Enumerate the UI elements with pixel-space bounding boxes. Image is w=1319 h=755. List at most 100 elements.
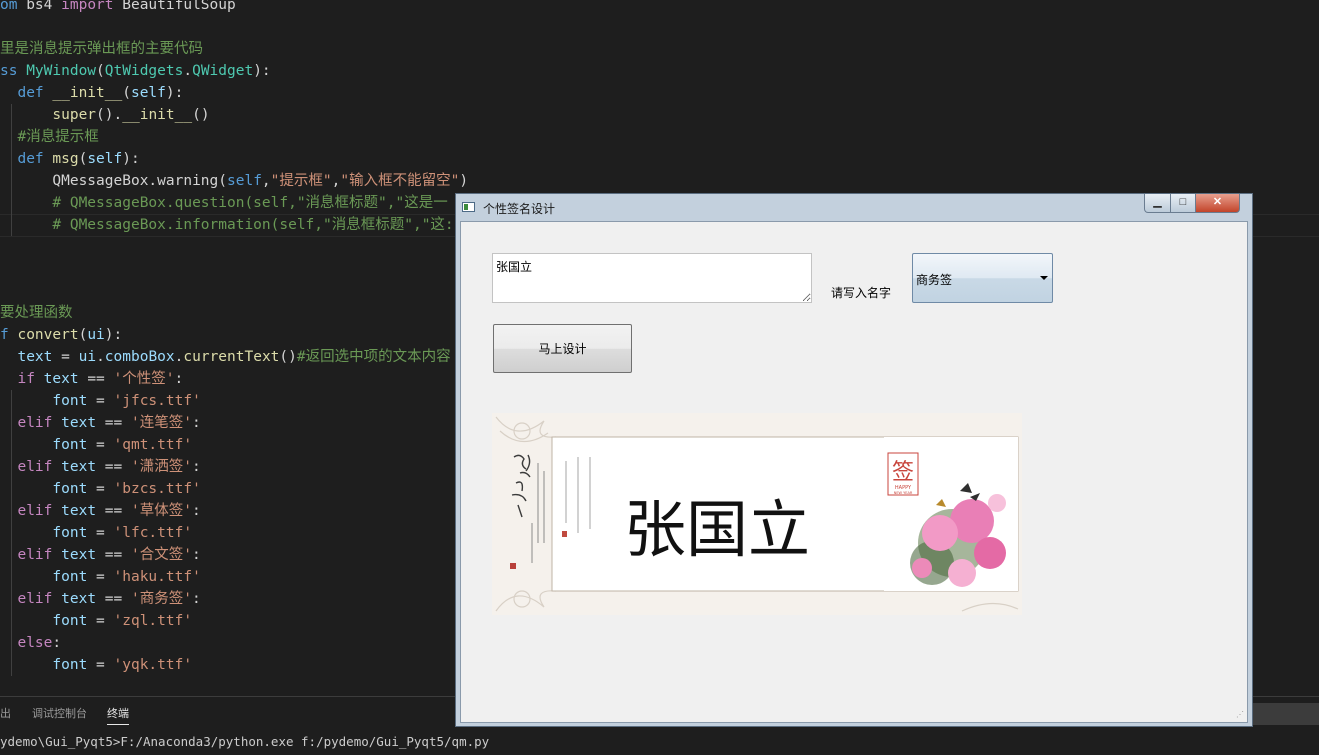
code-token: : <box>52 635 62 651</box>
code-token: : <box>174 371 184 387</box>
code-token: ( <box>122 85 131 101</box>
terminal-selector[interactable] <box>1250 703 1319 725</box>
code-token: 'jfcs.ttf' <box>113 393 201 409</box>
code-token: 'yqk.ttf' <box>113 657 193 673</box>
code-token: warning <box>157 173 219 189</box>
code-token: : <box>191 503 201 519</box>
code-token: #返回选中项的文本内容 <box>296 349 451 365</box>
code-token: '草体签' <box>130 503 192 519</box>
code-token: ): <box>122 151 140 167</box>
code-token: '潇洒签' <box>130 459 192 475</box>
tab-output[interactable]: 出 <box>0 705 11 721</box>
code-token: 里是消息提示弹出框的主要代码 <box>0 41 203 57</box>
code-token: (). <box>96 107 123 123</box>
tab-debug-console[interactable]: 调试控制台 <box>32 705 87 721</box>
code-token: 'bzcs.ttf' <box>113 481 201 497</box>
code-token: 'haku.ttf' <box>113 569 201 585</box>
minimize-button[interactable]: ▁ <box>1144 194 1171 213</box>
code-token: ) <box>459 173 469 189</box>
code-token: msg <box>52 151 79 167</box>
design-button[interactable]: 马上设计 <box>493 324 632 373</box>
code-line: QMessageBox.warning(self,"提示框","输入框不能留空"… <box>0 170 468 192</box>
seal-stamp <box>510 563 516 569</box>
code-token: ( <box>78 327 88 343</box>
code-token: font <box>52 657 88 673</box>
code-line: font = 'bzcs.ttf' <box>0 478 201 500</box>
signature-text: 张国立 <box>624 493 810 566</box>
dropdown-selected-value: 商务签 <box>916 273 953 287</box>
code-token: text <box>61 415 97 431</box>
code-token: self <box>87 151 123 167</box>
code-token: ( <box>96 63 105 79</box>
chevron-down-icon <box>1040 276 1048 280</box>
code-line: def msg(self): <box>0 148 140 170</box>
code-token: font <box>52 437 88 453</box>
code-token: 'qmt.ttf' <box>113 437 193 453</box>
code-token: import <box>61 0 123 13</box>
code-token: MyWindow <box>26 63 97 79</box>
code-token: : <box>191 415 201 431</box>
code-token: '合文签' <box>130 547 192 563</box>
code-token: self <box>130 85 166 101</box>
code-token: super <box>52 107 97 123</box>
code-token: 要处理函数 <box>0 305 73 321</box>
code-line: elif text == '潇洒签': <box>0 456 200 478</box>
code-token: text <box>61 459 97 475</box>
code-token: "提示框" <box>270 173 332 189</box>
code-token: font <box>52 525 88 541</box>
code-token: == <box>96 503 131 519</box>
code-token: '商务签' <box>130 591 192 607</box>
code-token: == <box>96 415 131 431</box>
small-seal <box>562 531 567 537</box>
code-line: def __init__(self): <box>0 82 183 104</box>
name-label: 请写入名字 <box>831 286 892 300</box>
code-token: convert <box>17 327 79 343</box>
terminal-output: ydemo\Gui_Pyqt5>F:/Anaconda3/python.exe … <box>0 734 490 749</box>
code-token: = <box>87 569 114 585</box>
code-token: QMessageBox <box>52 173 149 189</box>
code-token: comboBox <box>104 349 175 365</box>
maximize-button[interactable]: □ <box>1170 194 1196 213</box>
code-line: 要处理函数 <box>0 302 73 324</box>
code-token: . <box>183 63 193 79</box>
code-token: , <box>261 173 271 189</box>
code-token: 'lfc.ttf' <box>113 525 193 541</box>
tab-terminal[interactable]: 终端 <box>107 705 129 725</box>
code-line: super().__init__() <box>0 104 209 126</box>
code-token: currentText <box>183 349 280 365</box>
code-line: elif text == '连笔签': <box>0 412 201 434</box>
code-token: f <box>0 327 18 343</box>
code-line: elif text == '合文签': <box>0 544 200 566</box>
code-line: 里是消息提示弹出框的主要代码 <box>0 38 203 60</box>
code-line: font = 'lfc.ttf' <box>0 522 192 544</box>
code-line: f convert(ui): <box>0 324 122 346</box>
code-token: elif <box>17 591 62 607</box>
code-line: elif text == '商务签': <box>0 588 200 610</box>
code-token: . <box>96 349 105 365</box>
code-token: self <box>227 173 262 189</box>
resize-grip-icon[interactable]: ⋰ <box>1236 710 1244 719</box>
signature-style-dropdown[interactable]: 商务签 <box>912 253 1053 303</box>
code-token: # QMessageBox.question(self,"消息框标题","这是一 <box>52 195 448 211</box>
code-line: om bs4 import BeautifulSoup <box>0 0 236 16</box>
code-token: = <box>87 525 114 541</box>
code-line: # QMessageBox.question(self,"消息框标题","这是一 <box>0 192 448 214</box>
title-bar[interactable]: 个性签名设计 ▁ □ ✕ <box>456 194 1252 220</box>
name-input[interactable] <box>492 253 812 303</box>
code-token: QtWidgets <box>104 63 184 79</box>
code-token: = <box>87 657 114 673</box>
code-token: ui <box>78 349 97 365</box>
code-line: font = 'zql.ttf' <box>0 610 192 632</box>
code-token: ui <box>87 327 105 343</box>
code-token: font <box>52 613 88 629</box>
close-button[interactable]: ✕ <box>1195 194 1240 213</box>
code-token: text <box>61 503 97 519</box>
code-token: elif <box>17 547 62 563</box>
code-line: elif text == '草体签': <box>0 500 201 522</box>
